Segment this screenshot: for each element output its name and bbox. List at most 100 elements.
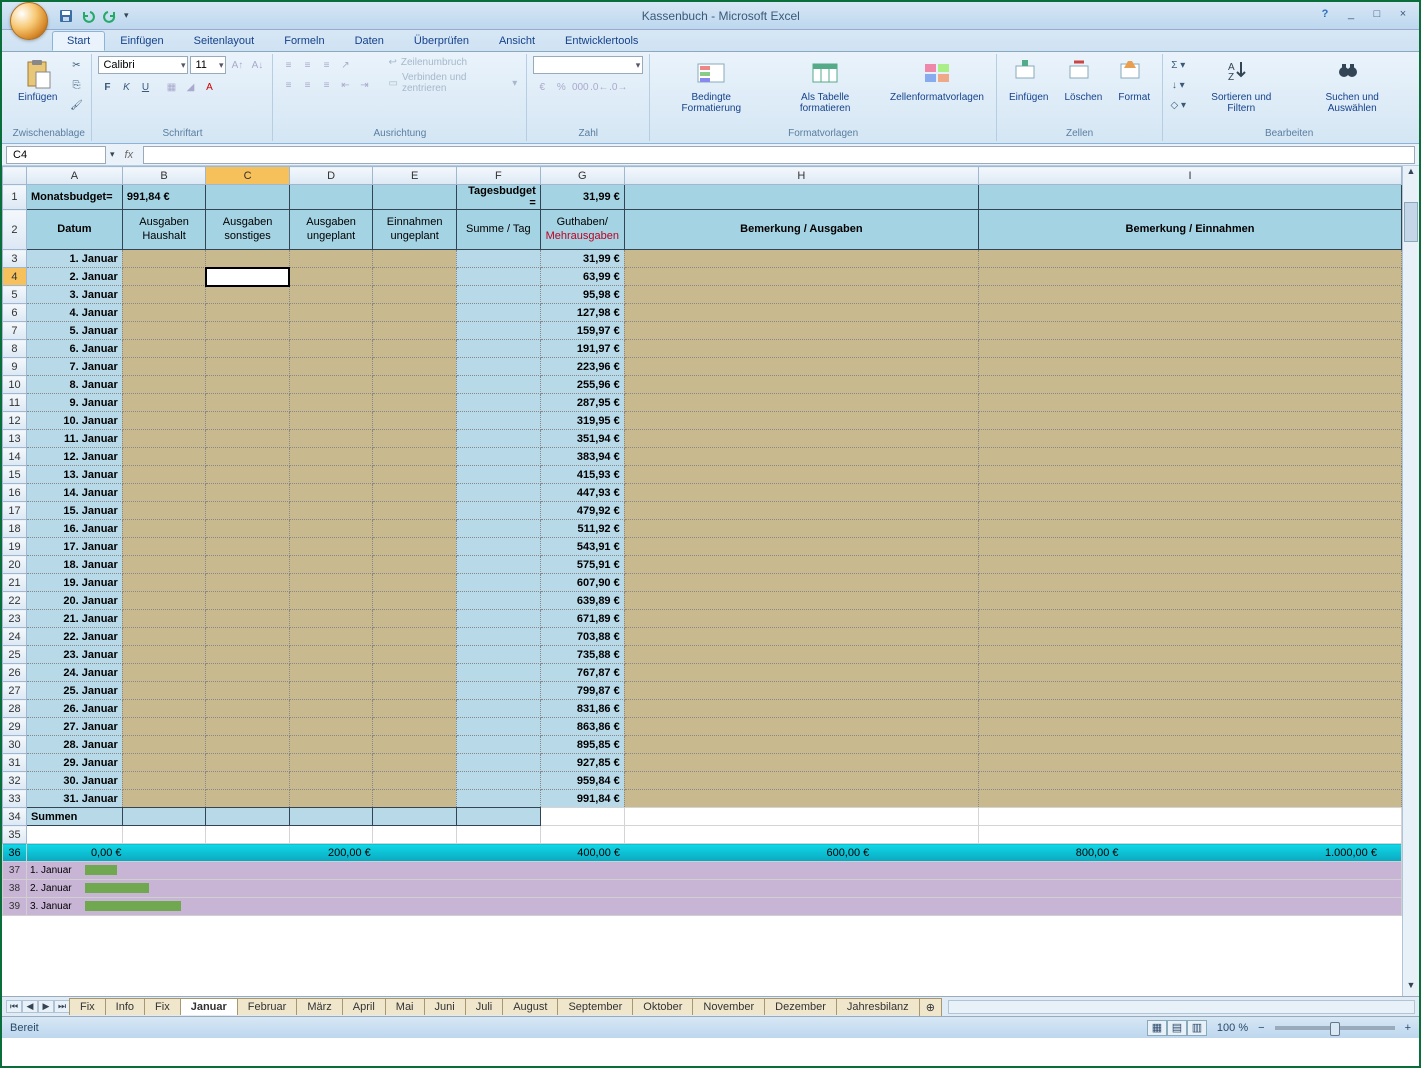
cell-bem-einn[interactable] <box>979 754 1402 772</box>
cell[interactable] <box>206 430 290 448</box>
cell[interactable] <box>122 808 206 826</box>
fill-color-icon[interactable]: ◢ <box>181 78 199 96</box>
cell[interactable] <box>289 412 373 430</box>
cell[interactable] <box>456 430 540 448</box>
cell[interactable] <box>122 412 206 430</box>
cell-guthaben[interactable]: 223,96 € <box>540 358 624 376</box>
cell[interactable] <box>289 664 373 682</box>
sheet-tab-august[interactable]: August <box>502 998 558 1015</box>
cut-icon[interactable]: ✂ <box>67 56 85 74</box>
cell[interactable] <box>289 394 373 412</box>
row-header[interactable]: 24 <box>3 628 27 646</box>
cell-guthaben[interactable]: 671,89 € <box>540 610 624 628</box>
cell[interactable] <box>456 502 540 520</box>
row-header[interactable]: 31 <box>3 754 27 772</box>
cell-guthaben[interactable]: 159,97 € <box>540 322 624 340</box>
cell[interactable] <box>289 610 373 628</box>
cell-guthaben[interactable]: 319,95 € <box>540 412 624 430</box>
cell-guthaben[interactable]: 447,93 € <box>540 484 624 502</box>
cell[interactable] <box>122 448 206 466</box>
cell[interactable] <box>206 700 290 718</box>
cell[interactable] <box>624 826 978 844</box>
cell[interactable] <box>206 664 290 682</box>
cell-bem-ausg[interactable] <box>624 322 978 340</box>
cell[interactable] <box>122 520 206 538</box>
cell[interactable] <box>289 718 373 736</box>
cell[interactable] <box>456 304 540 322</box>
cell[interactable] <box>456 268 540 286</box>
cell[interactable] <box>373 286 457 304</box>
cell[interactable] <box>206 185 290 210</box>
sheet-tab-februar[interactable]: Februar <box>237 998 298 1015</box>
col-header-B[interactable]: B <box>122 167 206 185</box>
cell[interactable] <box>456 808 540 826</box>
nav-prev-icon[interactable]: ◀ <box>22 1000 38 1013</box>
cell-bem-ausg[interactable] <box>624 412 978 430</box>
cell[interactable] <box>456 646 540 664</box>
cell-guthaben[interactable]: 799,87 € <box>540 682 624 700</box>
sheet-tab-januar[interactable]: Januar <box>180 998 238 1015</box>
row-header[interactable]: 8 <box>3 340 27 358</box>
cell[interactable] <box>456 484 540 502</box>
cell[interactable] <box>373 592 457 610</box>
row-header[interactable]: 16 <box>3 484 27 502</box>
number-format-combo[interactable] <box>533 56 643 74</box>
row-header[interactable]: 36 <box>3 844 27 862</box>
cell[interactable] <box>373 538 457 556</box>
cell-guthaben[interactable]: 735,88 € <box>540 646 624 664</box>
align-top-icon[interactable]: ≡ <box>279 56 297 74</box>
cell-date[interactable]: 15. Januar <box>26 502 122 520</box>
cell[interactable] <box>122 322 206 340</box>
cell-bem-ausg[interactable] <box>624 556 978 574</box>
sheet-tab-info[interactable]: Info <box>105 998 145 1015</box>
row-header[interactable]: 28 <box>3 700 27 718</box>
cell[interactable] <box>122 646 206 664</box>
col-header-H[interactable]: H <box>624 167 978 185</box>
cell[interactable] <box>289 322 373 340</box>
cell-bem-ausg[interactable] <box>624 700 978 718</box>
find-select-button[interactable]: Suchen und Auswählen <box>1295 56 1409 116</box>
cell-guthaben[interactable]: 255,96 € <box>540 376 624 394</box>
ribbon-tab-daten[interactable]: Daten <box>340 31 399 51</box>
horizontal-scrollbar[interactable] <box>948 1000 1415 1014</box>
cell[interactable] <box>206 340 290 358</box>
cell[interactable] <box>122 754 206 772</box>
ribbon-tab-start[interactable]: Start <box>52 31 105 51</box>
cell-bem-ausg[interactable] <box>624 592 978 610</box>
row-header[interactable]: 29 <box>3 718 27 736</box>
cell-bem-ausg[interactable] <box>624 394 978 412</box>
cell[interactable] <box>289 358 373 376</box>
cell-date[interactable]: 27. Januar <box>26 718 122 736</box>
col-header-C[interactable]: C <box>206 167 290 185</box>
cell[interactable] <box>206 574 290 592</box>
cell-bem-einn[interactable] <box>979 340 1402 358</box>
cell[interactable] <box>456 250 540 268</box>
cell-styles-button[interactable]: Zellenformatvorlagen <box>884 56 990 105</box>
cell[interactable] <box>206 592 290 610</box>
cell-bem-ausg[interactable] <box>624 502 978 520</box>
cell[interactable] <box>206 286 290 304</box>
cell[interactable] <box>289 376 373 394</box>
cell-bem-einn[interactable] <box>979 484 1402 502</box>
cell[interactable] <box>373 304 457 322</box>
cell[interactable] <box>206 484 290 502</box>
cell-date[interactable]: 13. Januar <box>26 466 122 484</box>
delete-cells-button[interactable]: Löschen <box>1058 56 1108 105</box>
cell[interactable] <box>289 430 373 448</box>
cell-guthaben[interactable]: 31,99 € <box>540 250 624 268</box>
clear-icon[interactable]: ◇ ▾ <box>1169 96 1187 114</box>
row-header[interactable]: 11 <box>3 394 27 412</box>
inc-dec-icon[interactable]: .0← <box>590 78 608 96</box>
cell-guthaben[interactable]: 575,91 € <box>540 556 624 574</box>
percent-icon[interactable]: % <box>552 78 570 96</box>
cell-bem-ausg[interactable] <box>624 268 978 286</box>
cell[interactable] <box>456 736 540 754</box>
cell[interactable] <box>373 718 457 736</box>
cell[interactable] <box>373 664 457 682</box>
cell-bem-einn[interactable] <box>979 574 1402 592</box>
col-header-A[interactable]: A <box>26 167 122 185</box>
cell-bem-ausg[interactable] <box>624 538 978 556</box>
sheet-tab-jahresbilanz[interactable]: Jahresbilanz <box>836 998 920 1015</box>
cell-guthaben[interactable]: 767,87 € <box>540 664 624 682</box>
cell[interactable] <box>289 826 373 844</box>
